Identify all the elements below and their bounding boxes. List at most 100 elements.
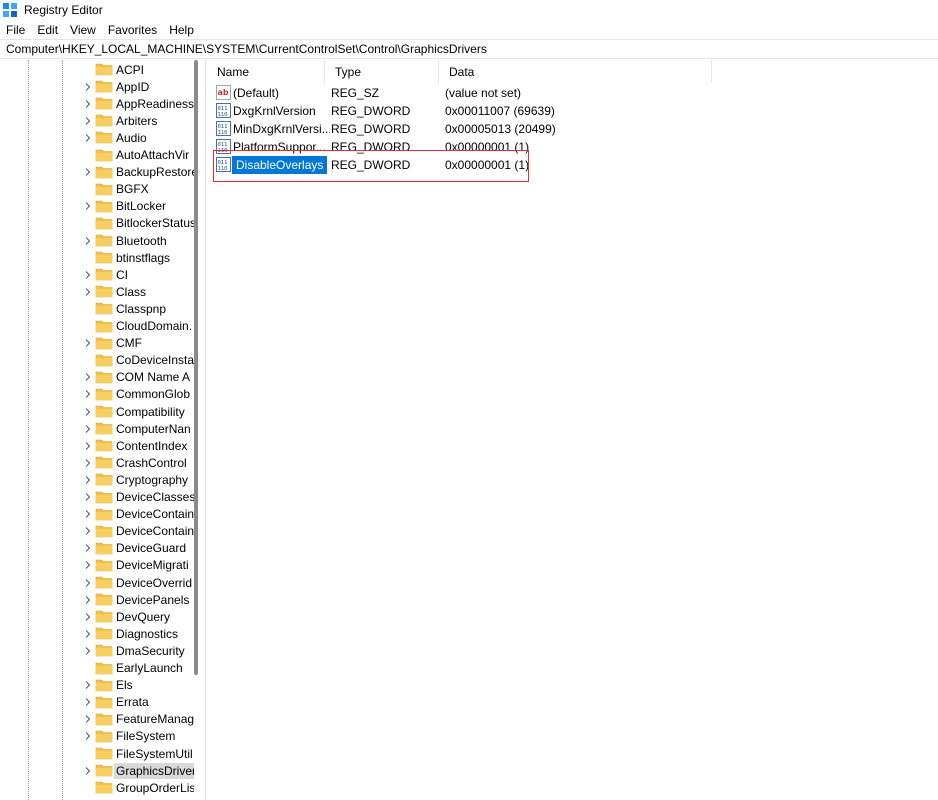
chevron-right-icon[interactable] xyxy=(83,574,93,591)
tree-item[interactable]: DeviceOverrid xyxy=(0,574,194,591)
tree-item[interactable]: Classpnp xyxy=(0,300,194,317)
tree-item[interactable]: CoDeviceInsta xyxy=(0,352,194,369)
tree-item[interactable]: Compatibility xyxy=(0,403,194,420)
tree-item[interactable]: FileSystem xyxy=(0,728,194,745)
menu-help[interactable]: Help xyxy=(169,23,194,37)
menu-view[interactable]: View xyxy=(70,23,96,37)
column-header-type[interactable]: Type xyxy=(325,60,439,83)
tree-item[interactable]: Arbiters xyxy=(0,112,194,129)
tree-item[interactable]: GroupOrderLis xyxy=(0,779,194,796)
chevron-right-icon[interactable] xyxy=(83,506,93,523)
chevron-right-icon[interactable] xyxy=(83,164,93,181)
chevron-right-icon[interactable] xyxy=(83,232,93,249)
chevron-right-icon[interactable] xyxy=(83,728,93,745)
tree-item[interactable]: Cryptography xyxy=(0,471,194,488)
tree-item[interactable]: BackupRestore xyxy=(0,164,194,181)
tree-item[interactable]: DevicePanels xyxy=(0,591,194,608)
tree-item[interactable]: Errata xyxy=(0,694,194,711)
chevron-right-icon[interactable] xyxy=(83,198,93,215)
chevron-right-icon[interactable] xyxy=(83,420,93,437)
chevron-right-icon[interactable] xyxy=(83,471,93,488)
chevron-right-icon[interactable] xyxy=(83,557,93,574)
key-tree[interactable]: ACPI AppID AppReadiness Arbiters Audio AutoAt… xyxy=(0,60,206,800)
value-row[interactable]: 011 110 DisableOverlays REG_DWORD 0x00000001… xyxy=(215,156,735,174)
tree-item[interactable]: CrashControl xyxy=(0,454,194,471)
tree-item[interactable]: ContentIndex xyxy=(0,437,194,454)
chevron-right-icon[interactable] xyxy=(83,369,93,386)
chevron-right-icon[interactable] xyxy=(83,540,93,557)
tree-item[interactable]: BitlockerStatus xyxy=(0,215,194,232)
chevron-right-icon[interactable] xyxy=(83,283,93,300)
chevron-right-icon[interactable] xyxy=(83,403,93,420)
tree-item[interactable]: BitLocker xyxy=(0,198,194,215)
chevron-right-icon[interactable] xyxy=(83,489,93,506)
value-list[interactable]: Name Type Data ab (Default) REG_SZ (value n… xyxy=(207,60,938,800)
tree-item[interactable]: BGFX xyxy=(0,181,194,198)
column-header-name[interactable]: Name xyxy=(207,60,325,83)
tree-item[interactable]: ACPI xyxy=(0,61,194,78)
tree-item[interactable]: FileSystemUtil xyxy=(0,745,194,762)
address-bar[interactable]: Computer\HKEY_LOCAL_MACHINE\SYSTEM\Curre… xyxy=(0,39,938,59)
tree-item[interactable]: DeviceClasses xyxy=(0,489,194,506)
tree-item[interactable]: CMF xyxy=(0,335,194,352)
tree-item[interactable]: DeviceContain xyxy=(0,523,194,540)
tree-item[interactable]: DevQuery xyxy=(0,608,194,625)
menu-file[interactable]: File xyxy=(6,23,25,37)
chevron-right-icon[interactable] xyxy=(83,335,93,352)
chevron-right-icon[interactable] xyxy=(83,642,93,659)
chevron-right-icon[interactable] xyxy=(83,95,93,112)
chevron-right-icon[interactable] xyxy=(83,437,93,454)
tree-scrollbar[interactable] xyxy=(194,60,198,675)
folder-icon xyxy=(95,284,113,298)
chevron-right-icon[interactable] xyxy=(83,591,93,608)
tree-item[interactable]: CommonGlob xyxy=(0,386,194,403)
svg-text:110: 110 xyxy=(218,148,228,154)
tree-item[interactable]: DeviceMigrati xyxy=(0,557,194,574)
chevron-right-icon[interactable] xyxy=(83,112,93,129)
chevron-right-icon[interactable] xyxy=(83,694,93,711)
chevron-right-icon[interactable] xyxy=(83,129,93,146)
tree-item[interactable]: ComputerNan xyxy=(0,420,194,437)
tree-item[interactable]: GraphicsDriver xyxy=(0,762,194,779)
tree-item[interactable]: Class xyxy=(0,283,194,300)
tree-item[interactable]: DmaSecurity xyxy=(0,642,194,659)
menu-favorites[interactable]: Favorites xyxy=(108,23,157,37)
tree-item[interactable]: Els xyxy=(0,677,194,694)
value-row[interactable]: 011 110 PlatformSuppor... REG_DWORD 0x000000… xyxy=(215,138,735,156)
tree-item[interactable]: CI xyxy=(0,266,194,283)
chevron-right-icon[interactable] xyxy=(83,266,93,283)
tree-item-label: CMF xyxy=(116,336,142,351)
tree-item[interactable]: AutoAttachVir xyxy=(0,147,194,164)
chevron-right-icon[interactable] xyxy=(83,386,93,403)
value-data: 0x00000001 (1) xyxy=(445,140,530,154)
tree-item[interactable]: Bluetooth xyxy=(0,232,194,249)
chevron-right-icon[interactable] xyxy=(83,625,93,642)
column-header-data[interactable]: Data xyxy=(439,60,712,83)
chevron-right-icon[interactable] xyxy=(83,677,93,694)
value-row[interactable]: 011 110 DxgKrnlVersion REG_DWORD 0x00011007 … xyxy=(215,102,735,120)
tree-item[interactable]: DeviceContain xyxy=(0,506,194,523)
tree-item[interactable]: EarlyLaunch xyxy=(0,660,194,677)
tree-item-label: DeviceOverrid xyxy=(116,575,193,590)
folder-icon xyxy=(95,301,113,315)
tree-item[interactable]: AppReadiness xyxy=(0,95,194,112)
chevron-right-icon[interactable] xyxy=(83,711,93,728)
chevron-right-icon[interactable] xyxy=(83,762,93,779)
chevron-right-icon[interactable] xyxy=(83,454,93,471)
chevron-right-icon[interactable] xyxy=(83,608,93,625)
chevron-right-icon[interactable] xyxy=(83,523,93,540)
tree-item[interactable]: AppID xyxy=(0,78,194,95)
value-row[interactable]: 011 110 MinDxgKrnlVersi... REG_DWORD 0x00005… xyxy=(215,120,735,138)
folder-icon xyxy=(95,79,113,93)
tree-item[interactable]: CloudDomain. xyxy=(0,318,194,335)
chevron-right-icon[interactable] xyxy=(83,78,93,95)
tree-item[interactable]: Audio xyxy=(0,129,194,146)
tree-item[interactable]: FeatureManag xyxy=(0,711,194,728)
value-data: 0x00000001 (1) xyxy=(445,158,530,172)
menu-edit[interactable]: Edit xyxy=(37,23,58,37)
tree-item[interactable]: DeviceGuard xyxy=(0,540,194,557)
tree-item[interactable]: btinstflags xyxy=(0,249,194,266)
tree-item[interactable]: Diagnostics xyxy=(0,625,194,642)
tree-item[interactable]: COM Name A xyxy=(0,369,194,386)
value-row[interactable]: ab (Default) REG_SZ (value not set) xyxy=(215,84,735,102)
